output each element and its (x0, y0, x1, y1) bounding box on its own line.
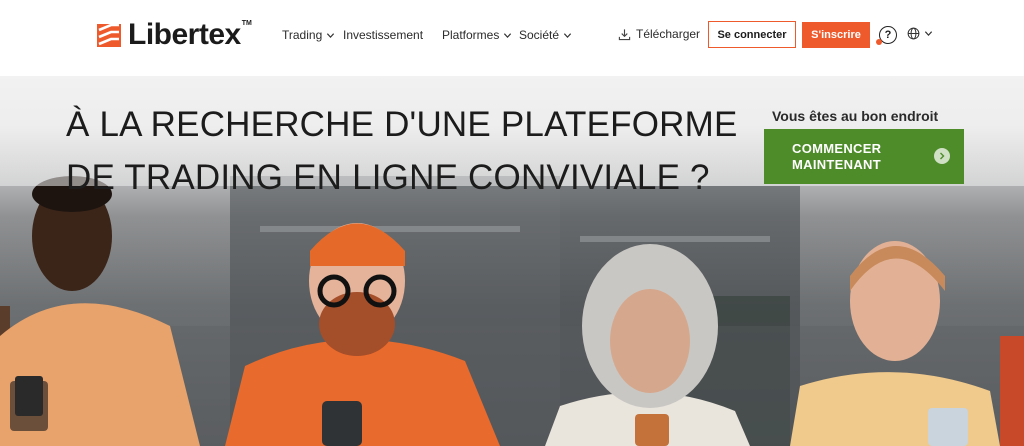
nav-investissement[interactable]: Investissement (343, 28, 423, 42)
language-selector[interactable] (907, 27, 933, 40)
chevron-down-icon (327, 32, 335, 38)
cta-caption: Vous êtes au bon endroit (772, 108, 939, 124)
start-now-label: COMMENCER MAINTENANT (792, 141, 922, 173)
chevron-down-icon (924, 31, 933, 36)
hero-headline-line-2: DE TRADING EN LIGNE CONVIVIALE ? (66, 158, 710, 197)
chevron-down-icon (563, 32, 572, 38)
site-header: Libertex TM Trading Investissement Platf… (0, 0, 1024, 76)
start-now-label-line-1: COMMENCER (792, 140, 882, 156)
libertex-logo[interactable]: Libertex TM (96, 20, 252, 50)
hero-headline-line-1: À LA RECHERCHE D'UNE PLATEFORME (66, 105, 738, 144)
nav-societe[interactable]: Société (519, 28, 572, 42)
start-now-label-line-2: MAINTENANT (792, 156, 881, 172)
login-button[interactable]: Se connecter (708, 21, 796, 48)
globe-icon (907, 27, 920, 40)
chevron-right-icon (934, 148, 950, 164)
nav-trading[interactable]: Trading (282, 28, 335, 42)
chevron-down-icon (504, 32, 512, 38)
person-1 (0, 176, 200, 446)
download-label: Télécharger (636, 27, 701, 41)
help-badge-dot (876, 39, 882, 45)
nav-societe-label: Société (519, 28, 560, 42)
download-icon (618, 28, 631, 40)
start-now-button[interactable]: COMMENCER MAINTENANT (764, 129, 964, 184)
brand-name: Libertex (128, 18, 241, 51)
signup-button[interactable]: S'inscrire (802, 22, 870, 48)
trademark: TM (241, 19, 252, 27)
libertex-logo-icon (97, 23, 121, 47)
hero-banner: À LA RECHERCHE D'UNE PLATEFORME DE TRADI… (0, 76, 1024, 446)
nav-platformes-label: Platformes (442, 28, 500, 42)
nav-platformes[interactable]: Platformes (442, 28, 512, 42)
nav-trading-label: Trading (282, 28, 323, 42)
nav-investissement-label: Investissement (343, 28, 424, 42)
help-button[interactable]: ? (876, 26, 897, 45)
download-link[interactable]: Télécharger (618, 27, 700, 41)
hero-headline: À LA RECHERCHE D'UNE PLATEFORME DE TRADI… (66, 98, 766, 204)
help-icon: ? (884, 29, 892, 41)
